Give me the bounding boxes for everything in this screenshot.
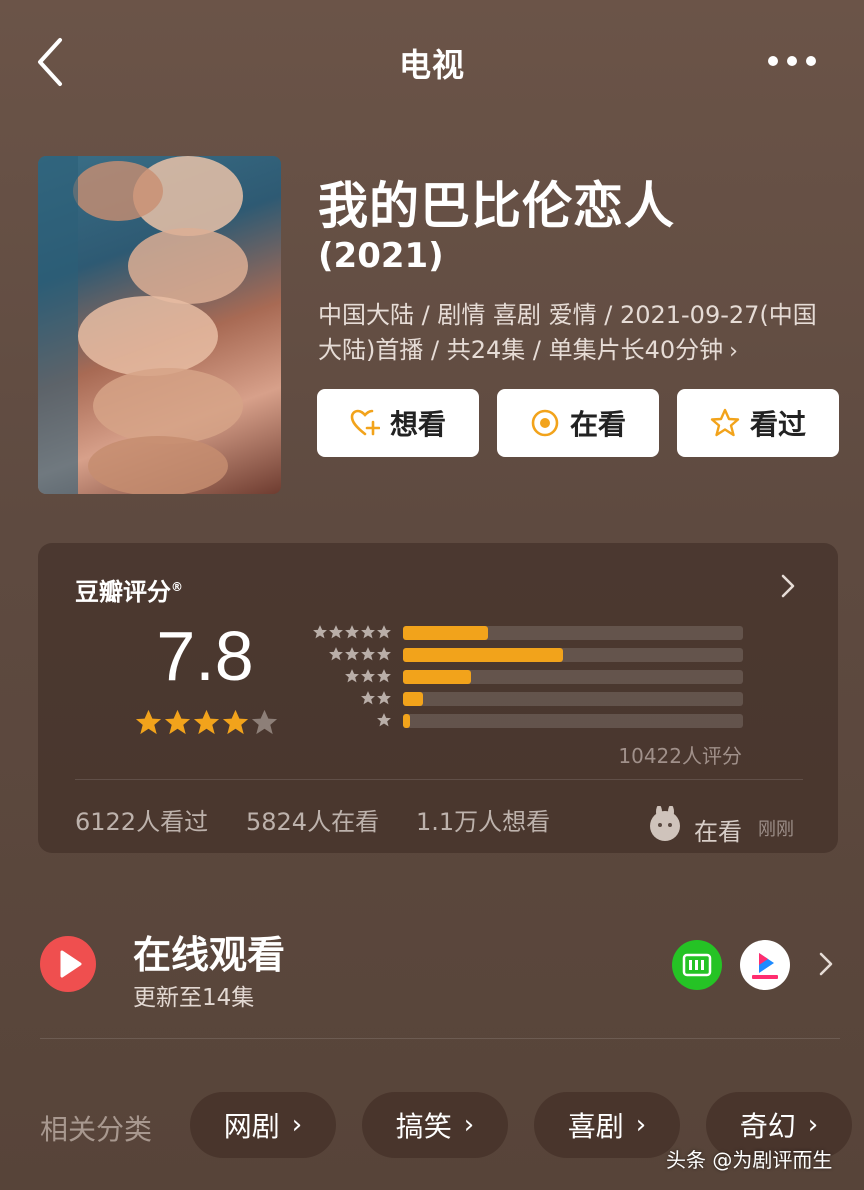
distribution-stars [300, 668, 392, 686]
divider [40, 1038, 840, 1039]
related-label: 相关分类 [40, 1113, 153, 1146]
registered-mark: ® [171, 580, 183, 594]
category-chip-label: 奇幻 [739, 1110, 796, 1143]
play-icon [60, 950, 82, 978]
star-icon [377, 691, 391, 705]
activity-label: 在看 [694, 818, 742, 846]
star-icon [361, 669, 375, 683]
category-chip-label: 喜剧 [567, 1110, 624, 1143]
distribution-bar-fill [403, 714, 410, 728]
category-chip-label: 网剧 [223, 1110, 280, 1143]
star-icon [329, 647, 343, 661]
star-icon [377, 625, 391, 639]
chevron-right-icon: › [635, 1110, 647, 1140]
category-chip[interactable]: 搞笑 › [362, 1092, 508, 1158]
category-chip-label: 搞笑 [395, 1110, 452, 1143]
star-icon [135, 709, 162, 735]
show-meta[interactable]: 中国大陆 / 剧情 喜剧 爱情 / 2021-09-27(中国大陆)首播 / 共… [318, 298, 838, 369]
chevron-right-icon: › [729, 339, 738, 364]
chevron-right-icon: › [291, 1110, 303, 1140]
douban-rating-label: 豆瓣评分® [75, 572, 183, 607]
online-chevron-icon[interactable] [816, 950, 836, 978]
page-title: 电视 [398, 46, 465, 84]
user-avatar-icon [650, 806, 680, 841]
stat-watching: 5824人在看 [246, 808, 380, 836]
distribution-stars [300, 624, 392, 642]
star-icon [377, 669, 391, 683]
rating-count: 10422人评分 [618, 744, 742, 768]
star-icon [222, 709, 249, 735]
category-chip[interactable]: 喜剧 › [534, 1092, 680, 1158]
star-icon [251, 709, 278, 735]
watched-button[interactable]: 看过 [677, 389, 839, 457]
douban-rating-label-text: 豆瓣评分 [75, 578, 171, 606]
stat-want: 1.1万人想看 [416, 808, 551, 836]
distribution-stars [300, 646, 392, 664]
distribution-stars [300, 690, 392, 708]
show-title: 我的巴比伦恋人 [318, 177, 675, 235]
want-to-watch-label: 想看 [389, 408, 446, 441]
watermark: 头条 @为剧评而生 [666, 1148, 833, 1172]
online-watch-subtitle: 更新至14集 [133, 985, 255, 1011]
show-meta-text: 中国大陆 / 剧情 喜剧 爱情 / 2021-09-27(中国大陆)首播 / 共… [318, 301, 817, 364]
divider [75, 779, 803, 780]
show-year: (2021) [318, 236, 444, 276]
star-icon [361, 625, 375, 639]
chevron-right-icon: › [463, 1110, 475, 1140]
distribution-bar-fill [403, 648, 563, 662]
distribution-bar-fill [403, 626, 488, 640]
iqiyi-logo[interactable] [672, 940, 722, 990]
activity-time: 刚刚 [758, 819, 794, 840]
star-icon [345, 647, 359, 661]
star-outline-icon [710, 408, 740, 437]
score-stars [134, 708, 279, 737]
heart-plus-icon [350, 409, 380, 436]
star-icon [345, 669, 359, 683]
star-icon [193, 709, 220, 735]
distribution-bar-track [403, 626, 743, 640]
chevron-right-icon: › [807, 1110, 819, 1140]
distribution-bar-track [403, 648, 743, 662]
online-watch-title[interactable]: 在线观看 [133, 924, 285, 979]
stat-watched: 6122人看过 [75, 808, 209, 836]
watching-label: 在看 [569, 408, 626, 441]
distribution-bar-fill [403, 692, 424, 706]
distribution-bar-fill [403, 670, 471, 684]
want-to-watch-button[interactable]: 想看 [317, 389, 479, 457]
rating-chevron-icon[interactable] [778, 572, 798, 600]
star-icon [164, 709, 191, 735]
distribution-stars [300, 712, 392, 730]
star-icon [329, 625, 343, 639]
more-dots-icon[interactable] [768, 50, 828, 72]
play-button[interactable] [40, 936, 96, 992]
star-icon [361, 691, 375, 705]
distribution-bar-track [403, 670, 743, 684]
distribution-bar-track [403, 692, 743, 706]
poster-image[interactable] [38, 156, 281, 494]
youku-logo[interactable] [740, 940, 790, 990]
target-circle-icon [531, 409, 559, 437]
watching-button[interactable]: 在看 [497, 389, 659, 457]
category-chip[interactable]: 网剧 › [190, 1092, 336, 1158]
distribution-bar-track [403, 714, 743, 728]
watched-label: 看过 [749, 408, 806, 441]
rating-score: 7.8 [156, 617, 254, 695]
star-icon [377, 647, 391, 661]
star-icon [377, 713, 391, 727]
star-icon [361, 647, 375, 661]
star-icon [313, 625, 327, 639]
star-icon [345, 625, 359, 639]
